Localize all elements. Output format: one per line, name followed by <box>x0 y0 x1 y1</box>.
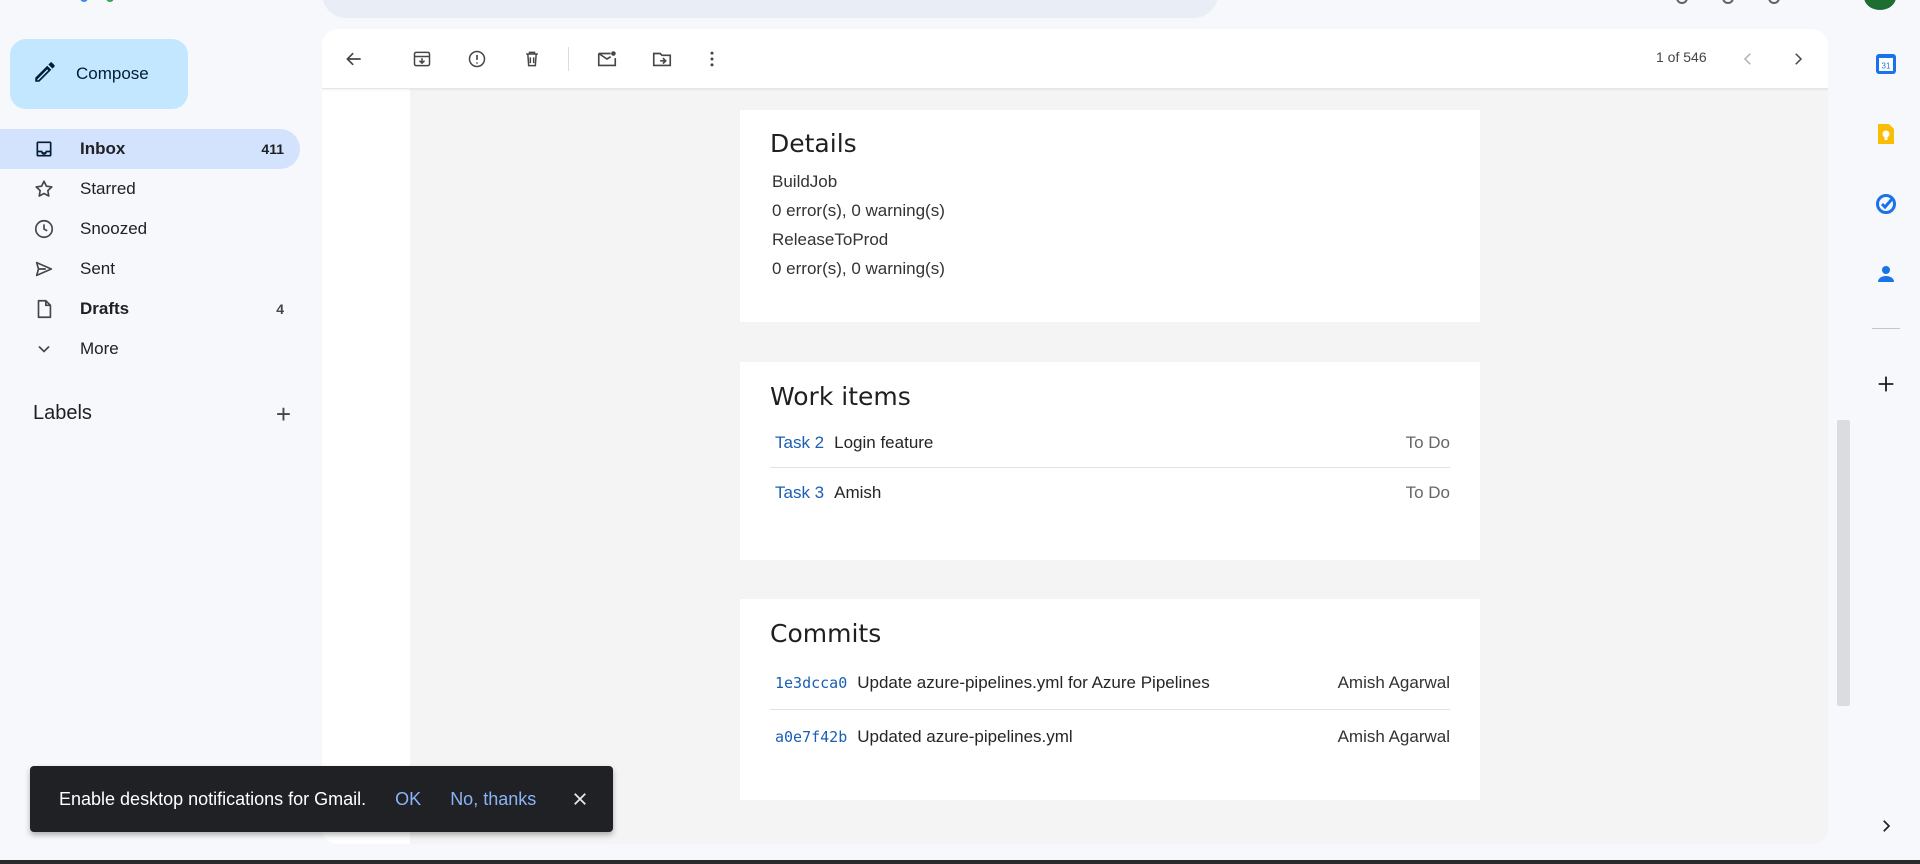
commit-author: Amish Agarwal <box>1337 673 1450 692</box>
detail-line: 0 error(s), 0 warning(s) <box>772 201 945 220</box>
mark-unread-icon[interactable] <box>595 47 619 71</box>
detail-line: ReleaseToProd <box>772 230 889 249</box>
apps-icon[interactable] <box>1768 0 1780 4</box>
keep-icon[interactable] <box>1874 122 1898 146</box>
commit-row: 1e3dcca0 Update azure-pipelines.yml for … <box>770 657 1450 710</box>
notification-toast: Enable desktop notifications for Gmail. … <box>30 766 613 832</box>
inbox-icon <box>33 138 55 160</box>
svg-text:31: 31 <box>1882 62 1891 71</box>
clock-icon <box>33 218 55 240</box>
commit-message: Updated azure-pipelines.yml <box>857 726 1073 746</box>
taskbar-edge <box>0 860 1920 864</box>
commit-hash-link[interactable]: 1e3dcca0 <box>775 674 847 692</box>
work-item-title: Login feature <box>834 432 934 452</box>
gmail-logo-fragment <box>80 0 114 2</box>
settings-icon[interactable] <box>1722 0 1734 4</box>
sidebar-item-label: Drafts <box>80 299 130 318</box>
delete-icon[interactable] <box>520 47 544 71</box>
commits-title: Commits <box>770 619 882 648</box>
sidebar-item-label: Starred <box>80 179 136 198</box>
commit-hash-link[interactable]: a0e7f42b <box>775 728 847 746</box>
back-arrow-icon[interactable] <box>342 47 366 71</box>
contacts-icon[interactable] <box>1874 262 1898 286</box>
work-items-title: Work items <box>770 382 911 411</box>
draft-count: 4 <box>276 301 284 317</box>
unread-count: 411 <box>261 141 284 157</box>
archive-icon[interactable] <box>410 47 434 71</box>
work-item-link[interactable]: Task 3 <box>775 483 824 503</box>
labels-title: Labels <box>33 402 92 424</box>
toast-message: Enable desktop notifications for Gmail. <box>59 788 367 809</box>
commit-row: a0e7f42b Updated azure-pipelines.yml Ami… <box>770 710 1450 763</box>
work-item-link[interactable]: Task 2 <box>775 433 824 453</box>
sidebar-item-snoozed[interactable]: Snoozed <box>0 209 300 249</box>
chevron-right-icon[interactable] <box>1874 814 1898 838</box>
work-item-state: To Do <box>1405 432 1450 452</box>
calendar-icon[interactable]: 31 <box>1874 52 1898 76</box>
sidebar-item-label: Snoozed <box>80 219 148 238</box>
add-addon-icon[interactable] <box>1874 372 1898 396</box>
compose-button[interactable]: Compose <box>10 39 188 109</box>
detail-line: BuildJob <box>772 172 838 191</box>
toast-ok-button[interactable]: OK <box>395 789 421 810</box>
report-spam-icon[interactable] <box>465 47 489 71</box>
sidebar-item-label: More <box>80 339 119 358</box>
details-title: Details <box>770 129 857 158</box>
commits-card: Commits 1e3dcca0 Update azure-pipelines.… <box>740 599 1480 800</box>
move-to-icon[interactable] <box>650 47 674 71</box>
more-options-icon[interactable] <box>700 47 724 71</box>
work-items-card: Work items Task 2 Login feature To Do Ta… <box>740 362 1480 560</box>
pencil-icon <box>32 59 58 90</box>
commit-message: Update azure-pipelines.yml for Azure Pip… <box>857 673 1210 692</box>
close-icon[interactable] <box>571 790 589 808</box>
details-card: Details BuildJob 0 error(s), 0 warning(s… <box>740 110 1480 322</box>
work-item-title: Amish <box>834 483 882 502</box>
search-bar[interactable] <box>322 0 1218 18</box>
toolbar-divider <box>568 47 569 71</box>
chevron-down-icon <box>33 338 55 360</box>
main-panel: 1 of 546 Details BuildJob 0 error(s), 0 … <box>322 29 1828 844</box>
work-item-row: Task 3 Amish To Do <box>770 468 1450 518</box>
message-toolbar: 1 of 546 <box>322 29 1828 89</box>
sidebar-item-more[interactable]: More <box>0 329 300 369</box>
draft-icon <box>33 298 55 320</box>
commit-author: Amish Agarwal <box>1337 726 1450 746</box>
toast-dismiss-button[interactable]: No, thanks <box>450 789 536 810</box>
avatar[interactable] <box>1864 0 1896 10</box>
sidebar-item-label: Inbox <box>80 139 126 158</box>
add-label-button[interactable]: + <box>276 401 291 427</box>
sidebar-nav: Inbox 411 Starred Snoozed Sent Drafts 4 … <box>0 129 300 369</box>
sidebar-item-starred[interactable]: Starred <box>0 169 300 209</box>
sidebar-item-drafts[interactable]: Drafts 4 <box>0 289 300 329</box>
sidebar-item-sent[interactable]: Sent <box>0 249 300 289</box>
header-icons <box>1676 0 1780 4</box>
chevron-right-icon[interactable] <box>1786 47 1810 71</box>
work-item-row: Task 2 Login feature To Do <box>770 418 1450 468</box>
side-panel: 31 <box>1850 40 1920 864</box>
work-item-state: To Do <box>1405 483 1450 502</box>
detail-line: 0 error(s), 0 warning(s) <box>772 259 945 278</box>
scrollbar-thumb[interactable] <box>1837 420 1850 706</box>
sidebar-item-inbox[interactable]: Inbox 411 <box>0 129 300 169</box>
star-icon <box>33 178 55 200</box>
sidebar-item-label: Sent <box>80 259 115 278</box>
pagination-count: 1 of 546 <box>1656 49 1707 65</box>
compose-label: Compose <box>76 64 149 83</box>
labels-section: Labels + <box>33 401 291 427</box>
message-body: Details BuildJob 0 error(s), 0 warning(s… <box>410 89 1828 844</box>
tasks-icon[interactable] <box>1874 192 1898 216</box>
support-icon[interactable] <box>1676 0 1688 4</box>
send-icon <box>33 258 55 280</box>
side-panel-divider <box>1872 328 1900 329</box>
chevron-left-icon[interactable] <box>1736 47 1760 71</box>
